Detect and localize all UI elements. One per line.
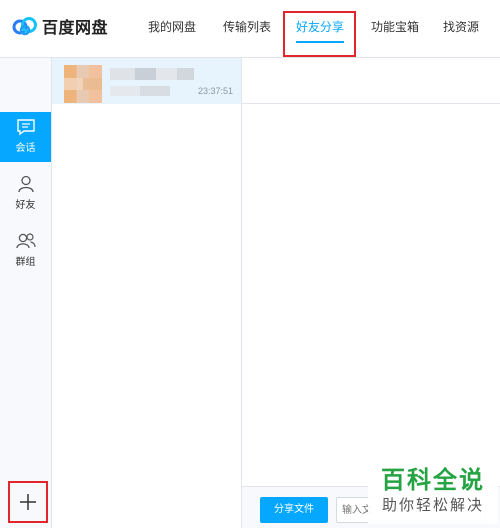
- chat-bubble-icon: [16, 119, 35, 136]
- app-logo-text: 百度网盘: [42, 20, 109, 37]
- top-nav-bar: 百度网盘 我的网盘 传输列表 好友分享 功能宝箱 找资源: [0, 0, 500, 58]
- tab-toolbox[interactable]: 功能宝箱: [371, 0, 419, 55]
- conversation-list: 23:37:51: [52, 58, 242, 528]
- chat-header: [242, 58, 500, 104]
- person-icon: [17, 175, 34, 193]
- avatar: [64, 65, 102, 103]
- sidebar-item-groups[interactable]: 群组: [0, 226, 51, 276]
- app-logo[interactable]: 百度网盘: [12, 14, 108, 38]
- sidebar: 会话 好友 群组: [0, 58, 52, 528]
- chat-panel: 分享文件: [242, 58, 500, 528]
- watermark-subtitle: 助你轻松解决: [381, 497, 484, 514]
- conversation-item[interactable]: 23:37:51: [52, 58, 241, 104]
- sidebar-item-friends[interactable]: 好友: [0, 169, 51, 219]
- watermark: 百科全说 助你轻松解决: [368, 466, 498, 524]
- group-icon: [15, 233, 36, 249]
- highlight-box: [283, 11, 356, 57]
- plus-icon: [20, 494, 36, 510]
- sidebar-item-label: 好友: [15, 200, 36, 211]
- conversation-time: 23:37:51: [197, 86, 233, 96]
- tab-transfer-list[interactable]: 传输列表: [223, 0, 271, 55]
- add-button[interactable]: [8, 481, 48, 523]
- sidebar-item-label: 会话: [15, 143, 36, 154]
- share-file-button[interactable]: 分享文件: [260, 497, 328, 523]
- contact-name-redacted: [110, 68, 194, 80]
- sidebar-item-chats[interactable]: 会话: [0, 112, 51, 162]
- sidebar-item-label: 群组: [15, 257, 36, 268]
- watermark-title: 百科全说: [381, 467, 485, 494]
- tab-my-disk[interactable]: 我的网盘: [148, 0, 196, 55]
- tab-find-resources[interactable]: 找资源: [443, 0, 479, 55]
- cloud-logo-icon: [12, 17, 37, 36]
- message-preview-redacted: [110, 86, 170, 96]
